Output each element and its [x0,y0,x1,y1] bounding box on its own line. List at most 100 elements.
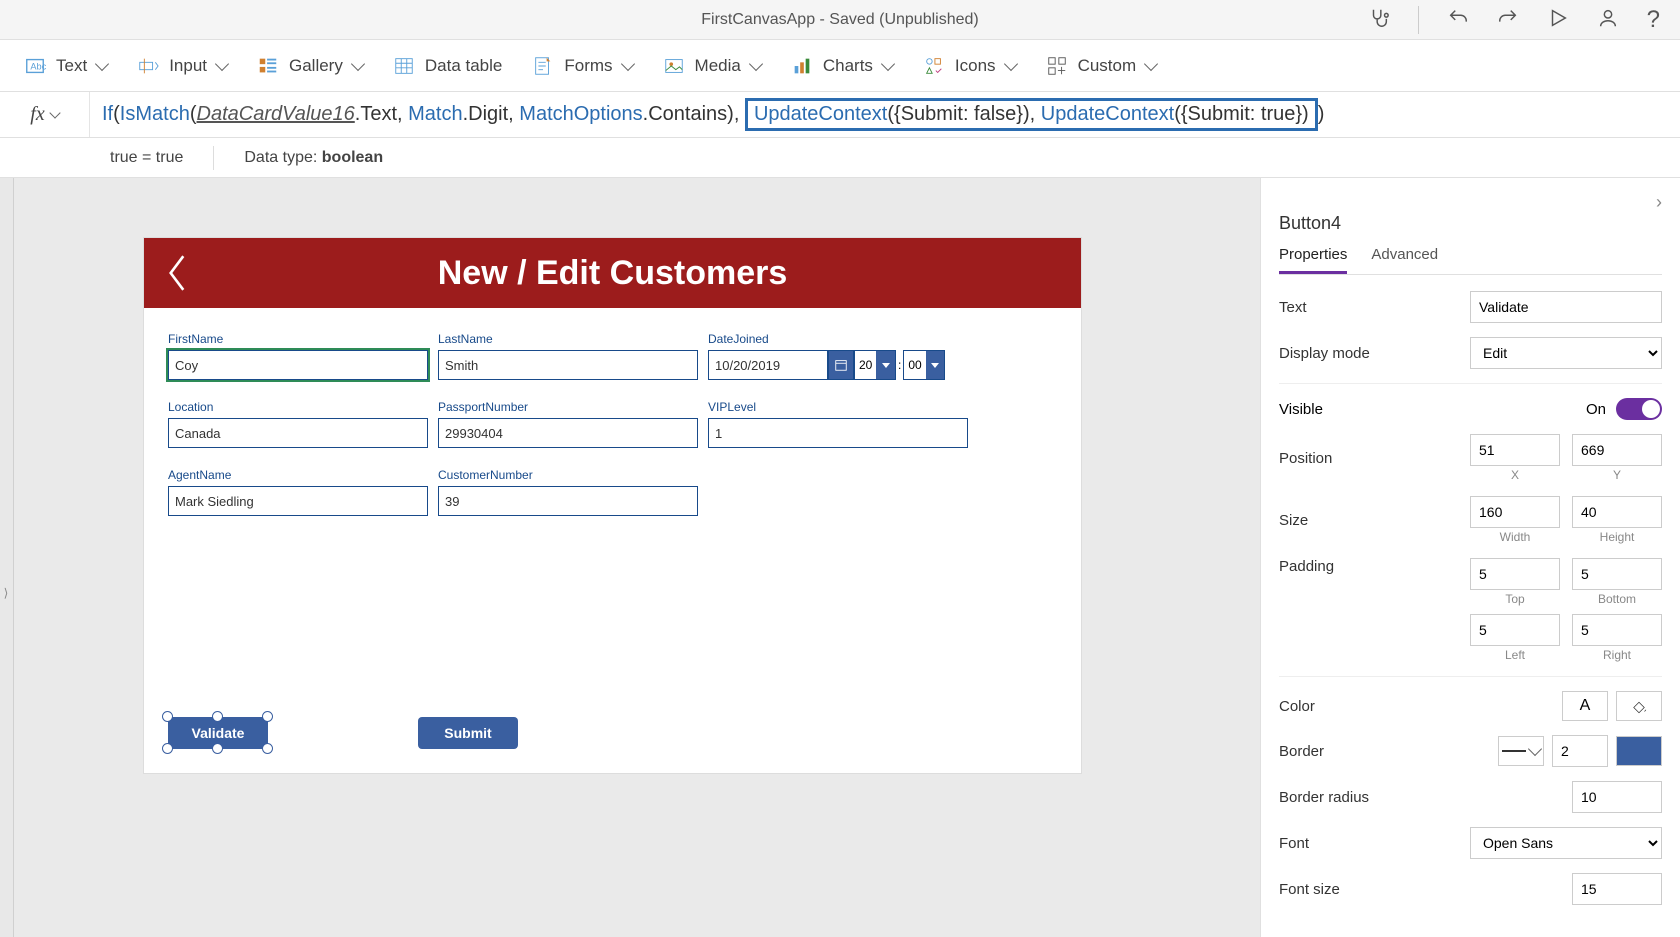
ribbon-charts[interactable]: Charts [791,55,893,77]
custom-icon [1046,55,1068,77]
font-select[interactable]: Open Sans [1470,827,1662,859]
top-label: Top [1505,592,1524,606]
minute-select[interactable]: 00 [903,350,945,380]
ribbon-text[interactable]: Abc Text [24,55,107,77]
prop-visible-value: On [1586,401,1606,418]
prop-displaymode-select[interactable]: Edit [1470,337,1662,369]
label-passport: PassportNumber [438,400,698,414]
chevron-down-icon [1528,742,1542,756]
prop-fontsize: Font size [1279,873,1662,905]
input-vip[interactable] [708,418,968,448]
chevron-down-icon [215,56,229,70]
chevron-down-icon [95,56,109,70]
play-icon[interactable] [1547,7,1569,34]
canvas-area[interactable]: New / Edit Customers FirstName LastName … [14,178,1260,937]
prop-padding-label: Padding [1279,558,1470,575]
ribbon-input[interactable]: Input [137,55,227,77]
width-input[interactable] [1470,496,1560,528]
prop-visible: Visible On [1279,398,1662,420]
visible-toggle[interactable] [1616,398,1662,420]
formula-input[interactable]: If(IsMatch(DataCardValue16.Text, Match.D… [90,92,1680,137]
ribbon-gallery-label: Gallery [289,56,343,76]
ribbon-charts-label: Charts [823,56,873,76]
prop-font: Font Open Sans [1279,827,1662,859]
resize-handle[interactable] [212,711,223,722]
pad-top-input[interactable] [1470,558,1560,590]
input-lastname[interactable] [438,350,698,380]
prop-text-input[interactable] [1470,291,1662,323]
title-bar: FirstCanvasApp - Saved (Unpublished) ? [0,0,1680,40]
pad-right-input[interactable] [1572,614,1662,646]
ribbon-media[interactable]: Media [663,55,761,77]
prop-size-label: Size [1279,512,1470,529]
expand-panel-icon[interactable]: › [1279,192,1662,213]
ribbon-icons[interactable]: Icons [923,55,1016,77]
prop-padding: Padding Top Bottom Left Right [1279,558,1662,662]
hour-select[interactable]: 20 [854,350,896,380]
properties-panel: › Button4 Properties Advanced Text Displ… [1260,178,1680,937]
resize-handle[interactable] [262,711,273,722]
tab-properties[interactable]: Properties [1279,246,1347,274]
resize-handle[interactable] [162,711,173,722]
submit-button[interactable]: Submit [418,717,518,749]
pad-left-input[interactable] [1470,614,1560,646]
prop-borderradius: Border radius [1279,781,1662,813]
y-label: Y [1613,468,1621,482]
calendar-icon[interactable] [828,350,854,380]
redo-icon[interactable] [1497,7,1519,34]
pos-y-input[interactable] [1572,434,1662,466]
tab-advanced[interactable]: Advanced [1371,246,1438,274]
chevron-down-icon [1144,56,1158,70]
field-passport: PassportNumber [438,400,698,448]
help-icon[interactable]: ? [1647,6,1660,34]
pad-bottom-input[interactable] [1572,558,1662,590]
input-passport[interactable] [438,418,698,448]
field-datejoined: DateJoined 20 : 00 [708,332,968,380]
fx-label[interactable]: fx [0,92,90,137]
control-name: Button4 [1279,213,1662,234]
input-agent[interactable] [168,486,428,516]
borderradius-input[interactable] [1572,781,1662,813]
expand-icon[interactable] [2,578,10,608]
main: New / Edit Customers FirstName LastName … [0,178,1680,937]
resize-handle[interactable] [212,743,223,754]
ribbon-custom[interactable]: Custom [1046,55,1157,77]
left-label: Left [1505,648,1525,662]
pos-x-input[interactable] [1470,434,1560,466]
ribbon-forms[interactable]: Forms [532,55,632,77]
label-firstname: FirstName [168,332,428,346]
separator [1279,676,1662,677]
input-custno[interactable] [438,486,698,516]
ribbon-gallery[interactable]: Gallery [257,55,363,77]
canvas[interactable]: New / Edit Customers FirstName LastName … [144,238,1081,773]
user-icon[interactable] [1597,7,1619,34]
fill-color-button[interactable] [1616,691,1662,721]
prop-color: Color A [1279,691,1662,721]
input-location[interactable] [168,418,428,448]
border-width-input[interactable] [1552,735,1608,767]
resize-handle[interactable] [262,743,273,754]
height-input[interactable] [1572,496,1662,528]
bottom-label: Bottom [1598,592,1636,606]
input-firstname[interactable] [168,350,428,380]
back-icon[interactable] [162,252,192,303]
width-label: Width [1500,530,1531,544]
ribbon-text-label: Text [56,56,87,76]
label-agent: AgentName [168,468,428,482]
input-date[interactable] [708,350,828,380]
ribbon-datatable[interactable]: Data table [393,55,503,77]
label-lastname: LastName [438,332,698,346]
field-custno: CustomerNumber [438,468,698,516]
x-label: X [1511,468,1519,482]
label-location: Location [168,400,428,414]
font-color-button[interactable]: A [1562,691,1608,721]
chevron-down-icon [881,56,895,70]
sidebar-collapsed[interactable] [0,178,14,937]
stethoscope-icon[interactable] [1368,7,1390,34]
fontsize-input[interactable] [1572,873,1662,905]
undo-icon[interactable] [1447,7,1469,34]
border-style-select[interactable] [1498,736,1544,766]
prop-border: Border [1279,735,1662,767]
resize-handle[interactable] [162,743,173,754]
border-color-swatch[interactable] [1616,736,1662,766]
